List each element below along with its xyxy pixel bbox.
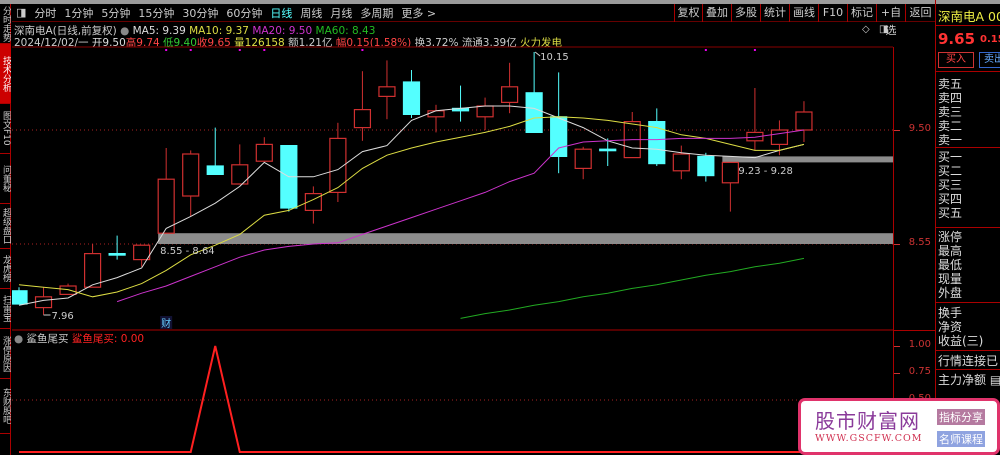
watermark: 股市财富网 WWW.GSCFW.COM 指标分享 名师课程 (798, 398, 1000, 455)
sell-button[interactable]: 卖出 (979, 52, 1000, 68)
candle-21 (525, 92, 543, 134)
quote-label-6: 买二 (938, 164, 963, 178)
left-tab-7[interactable]: 涨停原因 (0, 329, 11, 379)
left-tab-8[interactable]: 东财股吧 (0, 379, 11, 434)
quote-label-16: 净资 (938, 320, 963, 334)
signal-dot (263, 49, 266, 51)
quote-label-9: 买五 (938, 206, 963, 220)
candle-17 (427, 110, 445, 118)
kline-chart[interactable]: 10.15 7.96 8.55 - 8.64 9.23 - 9.28 财 (12, 0, 893, 455)
signal-dot (704, 49, 707, 51)
indicator-value: 鲨鱼尾买: 0.00 (71, 333, 145, 345)
toolbar-button-8[interactable]: 返回 (905, 4, 935, 22)
candle-29 (721, 161, 739, 184)
low-price-label: 7.96 (52, 311, 74, 322)
candle-15 (378, 86, 396, 98)
candle-3 (83, 253, 102, 288)
signal-dot (189, 49, 192, 51)
quote-label-13: 现量 (938, 272, 963, 286)
quote-label-11: 最高 (938, 244, 963, 258)
watermark-tag-course: 名师课程 (937, 431, 985, 447)
left-tab-6[interactable]: 扫雷宝 (0, 289, 11, 329)
band1-label: 8.55 - 8.64 (160, 246, 215, 257)
candle-4 (108, 253, 126, 256)
signal-dot (361, 49, 364, 51)
watermark-site: 股市财富网 (815, 409, 920, 433)
candle-16 (402, 81, 421, 116)
candle-8 (206, 165, 224, 175)
left-tab-5[interactable]: 龙虎榜 (0, 249, 11, 289)
candle-20 (501, 86, 519, 104)
left-tab-3[interactable]: 问董秘 (0, 154, 11, 204)
left-tab-4[interactable]: 超级盘口 (0, 204, 11, 249)
quote-label-3: 卖二 (938, 119, 963, 133)
left-tab-0[interactable]: 分时走势 (0, 4, 11, 44)
buy-button[interactable]: 买入 (938, 52, 974, 68)
candle-22 (550, 116, 568, 158)
quote-label-1: 卖四 (938, 91, 963, 105)
quote-label-7: 买三 (938, 178, 963, 192)
candle-7 (182, 153, 200, 197)
candle-10 (255, 143, 273, 162)
candle-32 (795, 111, 813, 131)
quote-label-18: 行情连接已 (938, 354, 999, 368)
signal-dot (238, 49, 241, 51)
quote-label-0: 卖五 (938, 77, 963, 91)
high-price-label: 10.15 (540, 52, 569, 63)
left-tab-2[interactable]: 图文F10 (0, 104, 11, 154)
signal-dot (165, 49, 168, 51)
quote-panel: 深南电A 00 9.65 0.15 买入 卖出 卖五卖四卖三卖二卖一买一买二买三… (935, 0, 1000, 455)
candle-23 (574, 148, 592, 169)
candle-2 (59, 285, 77, 295)
signal-dot (753, 49, 756, 51)
quote-label-12: 最低 (938, 258, 963, 272)
indicator-header: ● 鲨鱼尾买 鲨鱼尾买: 0.00 (14, 331, 144, 346)
candle-27 (672, 153, 690, 172)
collapse-icon[interactable]: ● (14, 333, 23, 345)
candle-31 (770, 129, 789, 145)
last-price: 9.65 (938, 30, 976, 48)
candle-6 (157, 178, 175, 234)
ma60-line (460, 257, 805, 319)
quote-label-10: 涨停 (938, 230, 963, 244)
axis-label-3: 0.75 (908, 366, 931, 377)
candle-24 (599, 148, 617, 152)
left-tab-bar: 分时走势 技术分析 图文F10 问董秘 超级盘口 龙虎榜 扫雷宝 涨停原因 东财股吧 (0, 4, 11, 455)
quote-label-8: 买四 (938, 192, 963, 206)
price-axis: 9.508.551.000.750.50 (893, 47, 936, 455)
axis-label-2: 1.00 (908, 339, 931, 350)
finance-mark: 财 (161, 317, 171, 330)
quote-label-19: 主力净额 ▤ (938, 373, 1000, 387)
quote-label-15: 换手 (938, 306, 963, 320)
watermark-url: WWW.GSCFW.COM (815, 433, 923, 444)
stock-name: 深南电A 00 (938, 9, 1000, 24)
candle-28 (697, 155, 715, 177)
quote-label-4: 卖一 (938, 133, 963, 147)
left-tab-1[interactable]: 技术分析 (0, 44, 11, 104)
candle-19 (476, 105, 494, 118)
quote-label-5: 买一 (938, 150, 963, 164)
axis-label-1: 8.55 (908, 237, 931, 248)
watermark-tag-share: 指标分享 (937, 409, 985, 425)
price-change: 0.15 (980, 34, 1000, 45)
candle-0 (12, 290, 28, 305)
support-band-0 (158, 233, 893, 244)
quote-label-17: 收益(三) (938, 334, 984, 348)
candle-5 (133, 244, 151, 261)
quote-label-14: 外盘 (938, 286, 963, 300)
quote-label-2: 卖三 (938, 105, 963, 119)
indicator-name: 鲨鱼尾买 (26, 333, 69, 345)
candle-1 (34, 296, 53, 309)
axis-label-0: 9.50 (908, 123, 931, 134)
indicator-line (19, 345, 804, 453)
band2-label: 9.23 - 9.28 (738, 166, 793, 177)
candle-14 (353, 108, 372, 129)
